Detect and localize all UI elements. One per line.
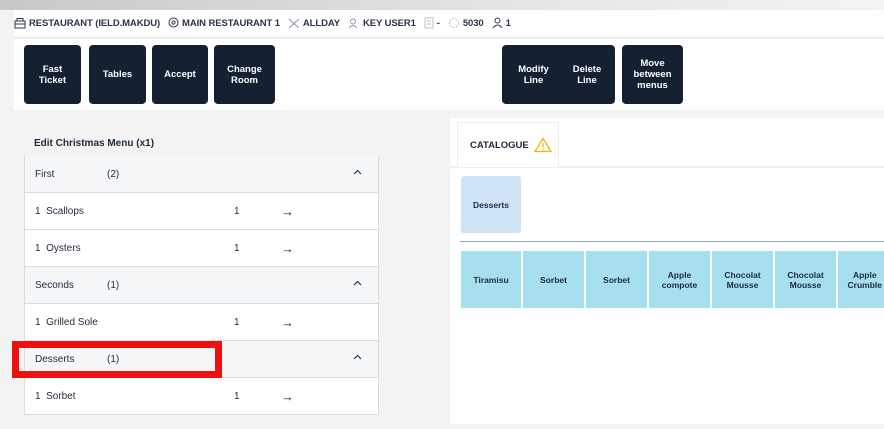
status-user: KEY USER1: [348, 18, 416, 29]
tab-catalogue[interactable]: CATALOGUE: [458, 123, 558, 167]
status-note-text: -: [436, 17, 440, 29]
group-name: First: [35, 168, 55, 180]
status-restaurant: RESTAURANT (IELD.MAKDU): [14, 17, 161, 29]
accept-button[interactable]: Accept: [152, 45, 208, 104]
menu-edit-panel: Edit Christmas Menu (x1) First (2) 1 Sca…: [24, 130, 379, 424]
tab-catalogue-label: CATALOGUE: [470, 139, 529, 151]
cutlery-icon: [288, 18, 300, 28]
change-room-button[interactable]: Change Room: [214, 45, 275, 104]
item-name: Oysters: [46, 242, 81, 254]
status-guests: 1: [492, 17, 511, 29]
tables-button[interactable]: Tables: [89, 45, 146, 104]
move-between-menus-button[interactable]: Move between menus: [622, 45, 683, 104]
product-sorbet[interactable]: Sorbet: [586, 251, 647, 308]
status-guests-text: 1: [505, 17, 511, 29]
item-amount: 1: [234, 242, 240, 254]
fast-ticket-button[interactable]: Fast Ticket: [24, 45, 81, 104]
item-name: Grilled Sole: [46, 316, 98, 328]
status-service-text: ALLDAY: [302, 17, 340, 29]
group-count: (1): [107, 279, 120, 291]
chevron-up-icon[interactable]: [353, 169, 362, 175]
product-apple-compote[interactable]: Apple compote: [649, 251, 710, 308]
warning-icon: [533, 137, 552, 153]
delete-line-button[interactable]: Delete Line: [559, 45, 615, 104]
item-amount: 1: [234, 205, 240, 217]
status-note: -: [424, 17, 440, 29]
arrow-right-icon[interactable]: →: [281, 315, 294, 330]
category-desserts[interactable]: Desserts: [461, 176, 521, 233]
status-bar: RESTAURANT (IELD.MAKDU) MAIN RESTAURANT …: [14, 10, 884, 36]
product-tiramisu[interactable]: Tiramisu: [461, 251, 521, 308]
group-seconds-header[interactable]: Seconds (1): [24, 267, 379, 304]
product-chocolat-mousse[interactable]: Chocolat Mousse: [712, 251, 773, 308]
item-amount: 1: [234, 316, 240, 328]
table-icon: [448, 18, 459, 28]
product-chocolat-mousse[interactable]: Chocolat Mousse: [775, 251, 836, 308]
menu-item-sorbet[interactable]: 1 Sorbet 1 →: [24, 378, 379, 415]
menu-edit-title: Edit Christmas Menu (x1): [34, 137, 155, 149]
item-qty: 1: [35, 390, 41, 402]
document-icon: [424, 17, 434, 29]
item-qty: 1: [35, 316, 41, 328]
item-name: Scallops: [46, 205, 84, 217]
status-table: 5030: [448, 17, 484, 29]
status-user-text: KEY USER1: [362, 17, 416, 29]
modify-line-button[interactable]: Modify Line: [502, 45, 565, 104]
menu-item-scallops[interactable]: 1 Scallops 1 →: [24, 193, 379, 230]
menu-item-grilled-sole[interactable]: 1 Grilled Sole 1 →: [24, 304, 379, 341]
item-name: Sorbet: [46, 390, 76, 402]
group-first-header[interactable]: First (2): [24, 156, 379, 193]
arrow-right-icon[interactable]: →: [281, 204, 294, 219]
user-key-icon: [348, 18, 358, 28]
status-location-text: MAIN RESTAURANT 1: [182, 17, 280, 29]
status-service: ALLDAY: [288, 18, 340, 29]
toolbar: Fast Ticket Tables Accept Change Room Mo…: [14, 38, 884, 110]
item-qty: 1: [35, 205, 41, 217]
chevron-up-icon[interactable]: [353, 280, 362, 286]
group-name: Seconds: [35, 279, 74, 291]
window-top-edge: [0, 0, 884, 10]
status-location: MAIN RESTAURANT 1: [168, 17, 280, 29]
menu-item-oysters[interactable]: 1 Oysters 1 →: [24, 230, 379, 267]
status-restaurant-text: RESTAURANT (IELD.MAKDU): [29, 17, 161, 29]
group-count: (2): [107, 168, 120, 180]
location-pin-icon: [168, 17, 179, 28]
item-qty: 1: [35, 242, 41, 254]
product-sorbet[interactable]: Sorbet: [523, 251, 584, 308]
catalogue-panel: CATALOGUE Desserts Tiramisu Sorbet Sorbe…: [450, 118, 884, 424]
arrow-right-icon[interactable]: →: [281, 389, 294, 404]
product-apple-crumble[interactable]: Apple Crumble: [838, 251, 884, 308]
catalogue-divider: [460, 241, 884, 242]
highlight-box: [12, 341, 222, 378]
item-amount: 1: [234, 390, 240, 402]
chevron-up-icon[interactable]: [353, 354, 362, 360]
arrow-right-icon[interactable]: →: [281, 241, 294, 256]
person-icon: [492, 17, 502, 29]
register-icon: [14, 17, 26, 28]
status-table-text: 5030: [462, 17, 484, 29]
